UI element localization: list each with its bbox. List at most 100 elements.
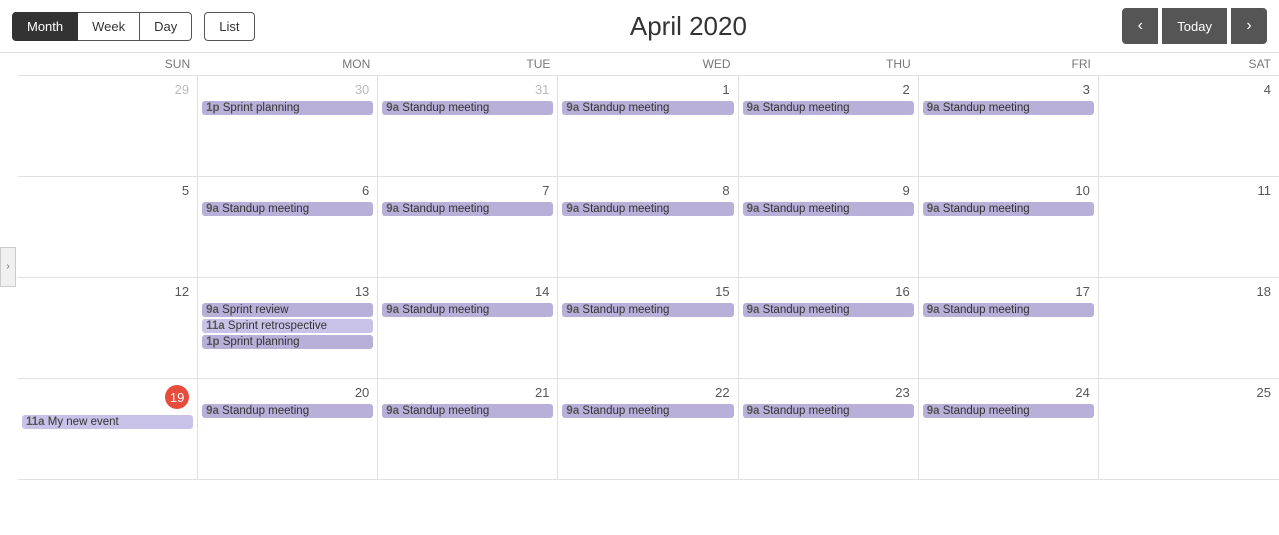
calendar-event[interactable]: 9a Standup meeting bbox=[382, 101, 553, 115]
event-time: 9a bbox=[206, 405, 219, 417]
sidebar-toggle[interactable]: › bbox=[0, 247, 16, 287]
date-number: 9 bbox=[743, 181, 914, 200]
event-title: Sprint review bbox=[222, 304, 288, 316]
calendar-event[interactable]: 9a Standup meeting bbox=[743, 101, 914, 115]
event-time: 9a bbox=[747, 405, 760, 417]
calendar-cell[interactable]: 10 9a Standup meeting bbox=[919, 177, 1099, 277]
event-time: 9a bbox=[927, 203, 940, 215]
event-title: Standup meeting bbox=[582, 102, 669, 114]
calendar-event[interactable]: 9a Standup meeting bbox=[923, 202, 1094, 216]
day-headers: SUN MON TUE WED THU FRI SAT bbox=[18, 53, 1279, 76]
week-row-1: 569a Standup meeting79a Standup meeting8… bbox=[18, 177, 1279, 278]
calendar-event[interactable]: 9a Standup meeting bbox=[202, 202, 373, 216]
week-row-0: 29301p Sprint planning319a Standup meeti… bbox=[18, 76, 1279, 177]
day-view-button[interactable]: Day bbox=[140, 12, 192, 41]
calendar-cell[interactable]: 79a Standup meeting bbox=[378, 177, 558, 277]
calendar-event[interactable]: 9a Standup meeting bbox=[382, 404, 553, 418]
event-title: Standup meeting bbox=[943, 304, 1030, 316]
calendar-cell[interactable]: 13 9a Sprint review 11a Sprint retrospecti… bbox=[198, 278, 378, 378]
event-title: Standup meeting bbox=[943, 102, 1030, 114]
calendar-cell[interactable]: 25 bbox=[1099, 379, 1279, 479]
date-number: 4 bbox=[1103, 80, 1275, 99]
day-sun: SUN bbox=[18, 53, 198, 75]
calendar-cell[interactable]: 12 bbox=[18, 278, 198, 378]
calendar-cell[interactable]: 301p Sprint planning bbox=[198, 76, 378, 176]
view-controls: Month Week Day List bbox=[12, 12, 255, 41]
calendar-event[interactable]: 9a Standup meeting bbox=[743, 404, 914, 418]
date-number: 14 bbox=[382, 282, 553, 301]
day-fri: FRI bbox=[919, 53, 1099, 75]
event-time: 9a bbox=[386, 203, 399, 215]
calendar-event[interactable]: 9a Standup meeting bbox=[923, 404, 1094, 418]
event-title: Standup meeting bbox=[402, 102, 489, 114]
day-wed: WED bbox=[558, 53, 738, 75]
date-number: 13 bbox=[202, 282, 373, 301]
date-number: 17 bbox=[923, 282, 1094, 301]
calendar-event[interactable]: 9a Standup meeting bbox=[562, 303, 733, 317]
calendar-event[interactable]: 9a Standup meeting bbox=[562, 101, 733, 115]
week-view-button[interactable]: Week bbox=[78, 12, 140, 41]
calendar-event[interactable]: 9a Standup meeting bbox=[743, 303, 914, 317]
event-title: Standup meeting bbox=[582, 304, 669, 316]
calendar-event[interactable]: 9a Standup meeting bbox=[562, 404, 733, 418]
calendar-cell[interactable]: 219a Standup meeting bbox=[378, 379, 558, 479]
calendar-event[interactable]: 9a Standup meeting bbox=[382, 303, 553, 317]
event-title: Sprint retrospective bbox=[228, 320, 327, 332]
calendar-event[interactable]: 9a Standup meeting bbox=[923, 101, 1094, 115]
calendar-cell[interactable]: 29 bbox=[18, 76, 198, 176]
calendar-cell[interactable]: 11 bbox=[1099, 177, 1279, 277]
calendar-cell[interactable]: 4 bbox=[1099, 76, 1279, 176]
event-title: Standup meeting bbox=[222, 203, 309, 215]
calendar-cell[interactable]: 89a Standup meeting bbox=[558, 177, 738, 277]
date-number: 24 bbox=[923, 383, 1094, 402]
calendar-cell[interactable]: 39a Standup meeting bbox=[919, 76, 1099, 176]
next-button[interactable]: › bbox=[1231, 8, 1267, 44]
calendar-container: › SUN MON TUE WED THU FRI SAT 29301p Spr… bbox=[0, 53, 1279, 480]
calendar-cell[interactable]: 239a Standup meeting bbox=[739, 379, 919, 479]
calendar-cell[interactable]: 169a Standup meeting bbox=[739, 278, 919, 378]
calendar-cell[interactable]: 29a Standup meeting bbox=[739, 76, 919, 176]
date-number: 22 bbox=[562, 383, 733, 402]
event-time: 11a bbox=[26, 416, 45, 428]
event-time: 9a bbox=[566, 405, 579, 417]
event-time: 9a bbox=[747, 102, 760, 114]
date-number: 10 bbox=[923, 181, 1094, 200]
calendar-cell[interactable]: 17 9a Standup meeting bbox=[919, 278, 1099, 378]
month-view-button[interactable]: Month bbox=[12, 12, 78, 41]
calendar-cell[interactable]: 19 11a My new event bbox=[18, 379, 198, 479]
date-number: 25 bbox=[1103, 383, 1275, 402]
calendar-event[interactable]: 9a Standup meeting bbox=[743, 202, 914, 216]
calendar-cell[interactable]: 319a Standup meeting bbox=[378, 76, 558, 176]
calendar-event[interactable]: 1p Sprint planning bbox=[202, 101, 373, 115]
calendar-cell[interactable]: 20 9a Standup meeting bbox=[198, 379, 378, 479]
date-number: 20 bbox=[202, 383, 373, 402]
event-time: 9a bbox=[927, 304, 940, 316]
today-button[interactable]: Today bbox=[1162, 8, 1227, 44]
calendar-cell[interactable]: 5 bbox=[18, 177, 198, 277]
calendar-event[interactable]: 1p Sprint planning bbox=[202, 335, 373, 349]
prev-button[interactable]: ‹ bbox=[1122, 8, 1158, 44]
event-title: Standup meeting bbox=[763, 102, 850, 114]
calendar-event[interactable]: 9a Standup meeting bbox=[562, 202, 733, 216]
event-time: 9a bbox=[566, 102, 579, 114]
calendar-event[interactable]: 9a Standup meeting bbox=[202, 404, 373, 418]
calendar-cell[interactable]: 69a Standup meeting bbox=[198, 177, 378, 277]
list-view-button[interactable]: List bbox=[204, 12, 254, 41]
today-badge: 19 bbox=[165, 385, 189, 409]
calendar-event[interactable]: 9a Sprint review bbox=[202, 303, 373, 317]
calendar-cell[interactable]: 14 9a Standup meeting bbox=[378, 278, 558, 378]
calendar-cell[interactable]: 159a Standup meeting bbox=[558, 278, 738, 378]
calendar-cell[interactable]: 24 9a Standup meeting bbox=[919, 379, 1099, 479]
event-title: My new event bbox=[48, 416, 119, 428]
calendar-event[interactable]: 11a My new event bbox=[22, 415, 193, 429]
calendar-cell[interactable]: 22 9a Standup meeting bbox=[558, 379, 738, 479]
calendar-event[interactable]: 9a Standup meeting bbox=[923, 303, 1094, 317]
calendar-cell[interactable]: 18 bbox=[1099, 278, 1279, 378]
calendar-event[interactable]: 9a Standup meeting bbox=[382, 202, 553, 216]
event-title: Standup meeting bbox=[763, 203, 850, 215]
calendar-cell[interactable]: 19a Standup meeting bbox=[558, 76, 738, 176]
date-number: 19 bbox=[22, 383, 193, 413]
calendar-cell[interactable]: 9 9a Standup meeting bbox=[739, 177, 919, 277]
event-title: Standup meeting bbox=[943, 405, 1030, 417]
calendar-event[interactable]: 11a Sprint retrospective bbox=[202, 319, 373, 333]
